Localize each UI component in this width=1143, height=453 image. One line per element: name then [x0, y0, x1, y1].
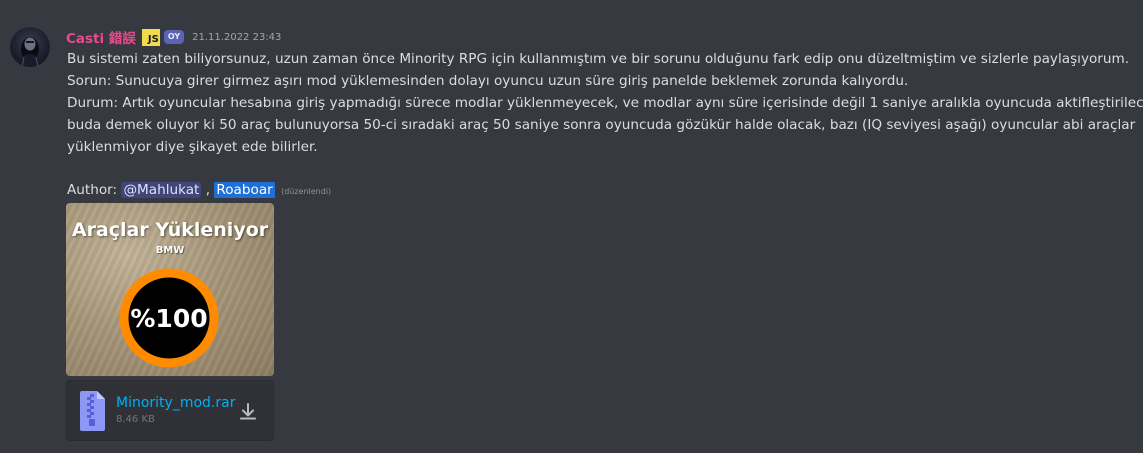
edited-label: (düzenlendi)	[281, 187, 332, 196]
file-name-link[interactable]: Minority_mod.rar	[116, 395, 235, 411]
message-line: yüklenmiyor diye şikayet ede bilirler.	[67, 139, 318, 155]
progress-label: %100	[130, 303, 208, 333]
image-attachment[interactable]: Araçlar Yükleniyor BMW %100	[66, 203, 274, 376]
user-mention[interactable]: @Mahlukat	[121, 182, 202, 198]
username[interactable]: Casti 錯誤	[66, 27, 136, 47]
file-attachment: Minority_mod.rar 8.46 KB	[66, 380, 274, 441]
message-line: buda demek oluyor ki 50 araç bulunuyorsa…	[67, 117, 1136, 133]
separator: ,	[205, 182, 211, 198]
archive-file-icon	[80, 391, 105, 431]
author-label: Author:	[67, 182, 118, 198]
js-badge-icon: JS	[141, 28, 160, 46]
author-line: Author: @Mahlukat , Roaboar (düzenlendi)	[67, 179, 331, 203]
message-content: Bu sistemi zaten biliyorsunuz, uzun zama…	[67, 48, 1143, 158]
file-size: 8.46 KB	[116, 414, 155, 425]
timestamp: 21.11.2022 23:43	[192, 31, 282, 43]
message-header: Casti 錯誤 JS OY 21.11.2022 23:43	[66, 27, 282, 47]
download-icon[interactable]	[238, 402, 258, 422]
loading-subtitle: BMW	[155, 245, 185, 256]
user-avatar[interactable]	[10, 27, 50, 67]
selected-author-text: Roaboar	[214, 182, 275, 198]
role-tag: OY	[163, 30, 185, 44]
loading-title: Araçlar Yükleniyor	[71, 219, 269, 241]
message-line: Bu sistemi zaten biliyorsunuz, uzun zama…	[67, 51, 1130, 67]
chat-message: Casti 錯誤 JS OY 21.11.2022 23:43 Bu siste…	[0, 0, 1143, 453]
message-line: Durum: Artık oyuncular hesabına giriş ya…	[67, 95, 1143, 111]
message-line: Sorun: Sunucuya girer girmez aşırı mod y…	[67, 73, 909, 89]
